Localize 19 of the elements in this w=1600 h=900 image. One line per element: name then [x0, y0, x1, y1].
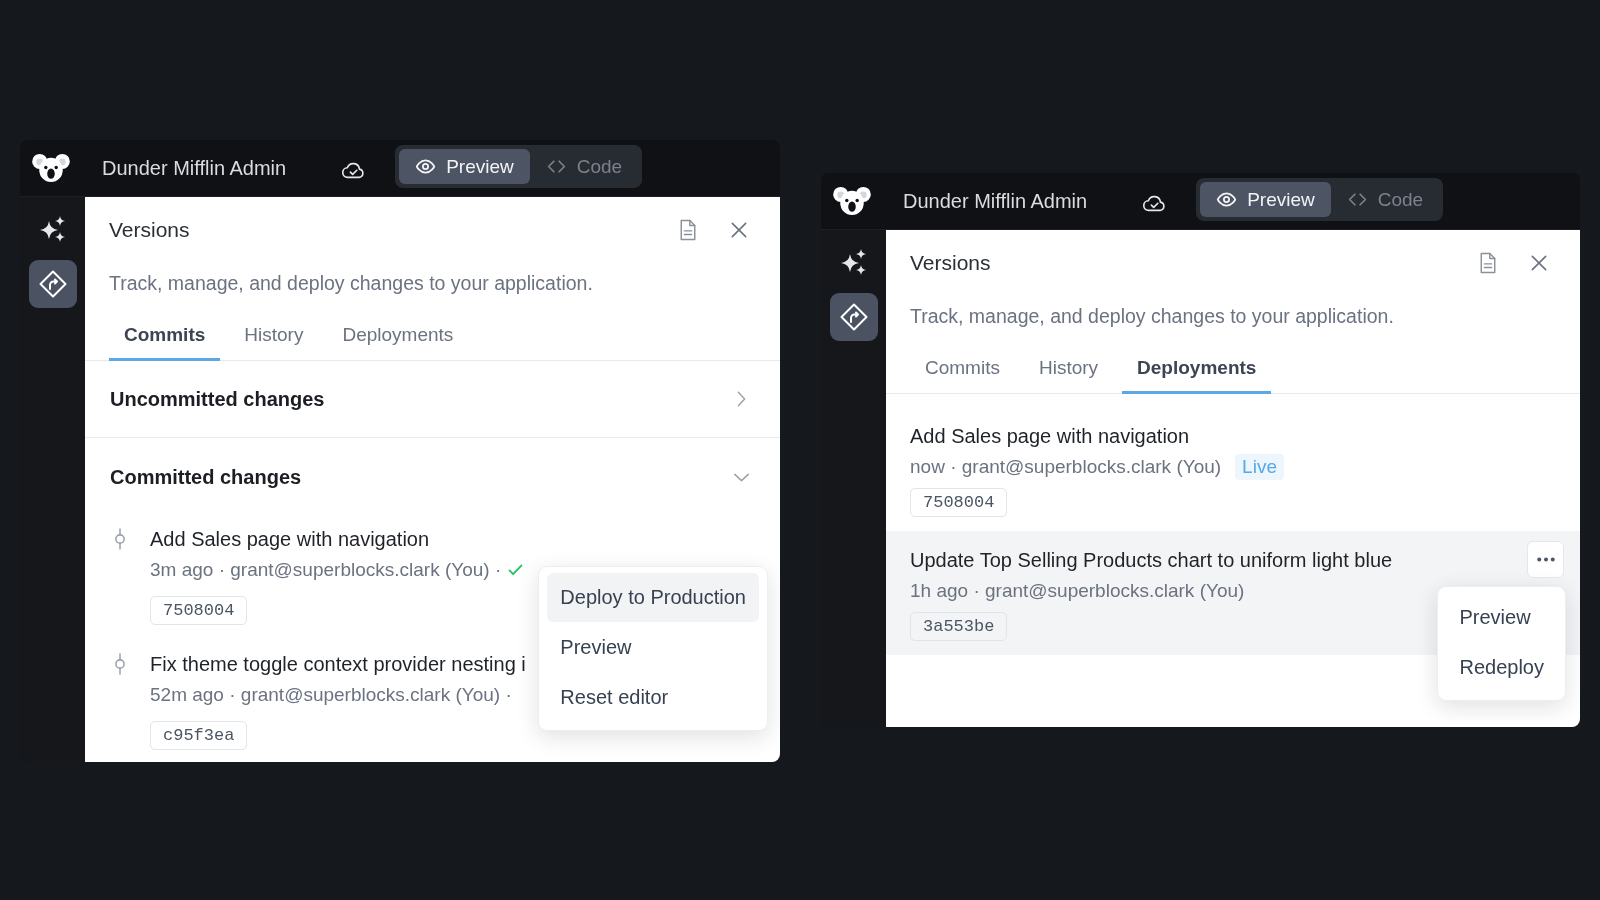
panel-description: Track, manage, and deploy changes to your application. — [108, 271, 594, 296]
commit-title: Add Sales page with navigation — [150, 527, 430, 552]
deployment-title: Update Top Selling Products chart to uniform light blue — [910, 548, 1394, 573]
panel-description: Track, manage, and deploy changes to your application. — [909, 304, 1395, 329]
commit-hash: c95f3ea — [150, 721, 248, 750]
commit-hash: 7508004 — [150, 596, 248, 625]
deployment-title: Add Sales page with navigation — [910, 424, 1191, 449]
panel-title: Versions — [109, 218, 191, 242]
commit-hash: 3a553be — [910, 612, 1008, 641]
commit-meta: 52m ago · grant@superblocks.clark (You) · — [150, 683, 512, 707]
app-name: Dunder Mifflin Admin — [102, 156, 287, 180]
status-badge: Live — [1235, 454, 1284, 480]
commit-meta: 3m ago · grant@superblocks.clark (You) · — [150, 558, 502, 582]
deployment-meta: 1h ago · grant@superblocks.clark (You) — [910, 579, 1245, 603]
app-name: Dunder Mifflin Admin — [903, 189, 1088, 213]
commit-hash: 7508004 — [910, 488, 1008, 517]
deployment-meta: now · grant@superblocks.clark (You) — [910, 455, 1222, 479]
panel-title: Versions — [910, 251, 992, 275]
commit-title: Fix theme toggle context provider nesting i — [150, 652, 526, 677]
